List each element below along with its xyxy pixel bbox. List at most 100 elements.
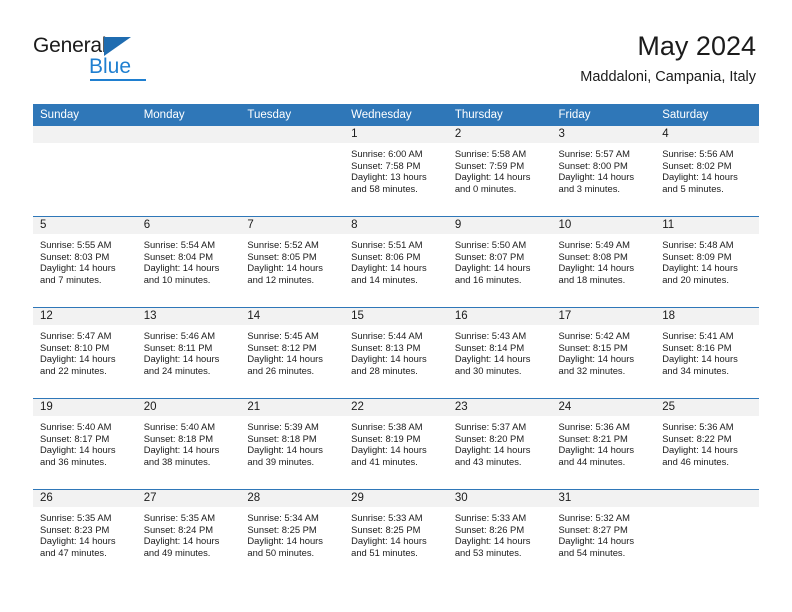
calendar-day-cell[interactable]: 22 Sunrise: 5:38 AM Sunset: 8:19 PM Dayligh…	[344, 398, 448, 490]
sunrise-text: Sunrise: 5:56 AM	[662, 148, 734, 159]
daylight-text-line2: and 10 minutes.	[143, 273, 211, 285]
calendar-day-cell[interactable]: 25 Sunrise: 5:36 AM Sunset: 8:22 PM Dayligh…	[655, 398, 759, 490]
sunrise-text: Sunrise: 5:39 AM	[247, 421, 319, 432]
day-number: 24	[551, 399, 656, 416]
day-number: 26	[33, 490, 137, 507]
daylight-text-line1: Daylight: 14 hours	[454, 353, 531, 365]
day-details: Sunrise: 5:40 AM Sunset: 8:18 PM Daylight:…	[137, 416, 241, 467]
daylight-text-line2: and 14 minutes.	[351, 273, 418, 285]
day-number	[33, 126, 137, 143]
daylight-text-line1: Daylight: 14 hours	[454, 535, 531, 547]
calendar-day-cell[interactable]: 20 Sunrise: 5:40 AM Sunset: 8:18 PM Dayligh…	[136, 398, 241, 490]
calendar-day-cell[interactable]: 7 Sunrise: 5:52 AM Sunset: 8:05 PM Daylight…	[240, 216, 345, 308]
daylight-text-line2: and 39 minutes.	[247, 455, 315, 467]
day-details: Sunrise: 5:39 AM Sunset: 8:18 PM Daylight:…	[240, 416, 344, 467]
day-details: Sunrise: 5:45 AM Sunset: 8:12 PM Daylight:…	[240, 325, 344, 376]
calendar-day-cell[interactable]: 19 Sunrise: 5:40 AM Sunset: 8:17 PM Dayligh…	[33, 398, 137, 490]
calendar-day-cell[interactable]: 5 Sunrise: 5:55 AM Sunset: 8:03 PM Daylight…	[33, 216, 137, 308]
daylight-text-line2: and 46 minutes.	[662, 455, 729, 467]
daylight-text-line2: and 58 minutes.	[351, 182, 418, 194]
sunset-text: Sunset: 8:23 PM	[40, 523, 110, 535]
calendar-day-cell[interactable]: 18 Sunrise: 5:41 AM Sunset: 8:16 PM Dayligh…	[655, 307, 759, 399]
daylight-text-line1: Daylight: 14 hours	[40, 535, 116, 547]
calendar-day-cell[interactable]: 12 Sunrise: 5:47 AM Sunset: 8:10 PM Dayligh…	[33, 307, 137, 399]
sunset-text: Sunset: 8:02 PM	[662, 159, 732, 171]
sunset-text: Sunset: 8:13 PM	[351, 341, 421, 353]
calendar-day-cell[interactable]: 9 Sunrise: 5:50 AM Sunset: 8:07 PM Daylight…	[447, 216, 552, 308]
calendar-day-cell[interactable]: 10 Sunrise: 5:49 AM Sunset: 8:08 PM Dayligh…	[551, 216, 656, 308]
daylight-text-line2: and 38 minutes.	[143, 455, 211, 467]
calendar-day-cell[interactable]: 30 Sunrise: 5:33 AM Sunset: 8:26 PM Dayligh…	[447, 489, 552, 580]
day-details: Sunrise: 5:56 AM Sunset: 8:02 PM Daylight:…	[655, 143, 759, 194]
calendar-day-cell[interactable]: 27 Sunrise: 5:35 AM Sunset: 8:24 PM Dayligh…	[136, 489, 241, 580]
daylight-text-line2: and 54 minutes.	[558, 546, 626, 558]
calendar-day-cell[interactable]: 13 Sunrise: 5:46 AM Sunset: 8:11 PM Dayligh…	[136, 307, 241, 399]
calendar-grid: Sunday Monday Tuesday Wednesday Thursday Frid…	[33, 104, 759, 580]
calendar-day-cell[interactable]: 26 Sunrise: 5:35 AM Sunset: 8:23 PM Dayligh…	[33, 489, 137, 580]
sunrise-text: Sunrise: 5:58 AM	[454, 148, 527, 159]
daylight-text-line2: and 28 minutes.	[351, 364, 418, 376]
day-number: 27	[136, 490, 241, 507]
calendar-day-cell[interactable]: 24 Sunrise: 5:36 AM Sunset: 8:21 PM Dayligh…	[551, 398, 656, 490]
sunrise-text: Sunrise: 6:00 AM	[351, 148, 423, 159]
daylight-text-line2: and 49 minutes.	[143, 546, 211, 558]
calendar-day-cell[interactable]: 21 Sunrise: 5:39 AM Sunset: 8:18 PM Dayligh…	[240, 398, 345, 490]
calendar-day-cell[interactable]: 23 Sunrise: 5:37 AM Sunset: 8:20 PM Dayligh…	[447, 398, 552, 490]
sunrise-text: Sunrise: 5:40 AM	[40, 421, 112, 432]
day-details: Sunrise: 5:43 AM Sunset: 8:14 PM Daylight:…	[448, 325, 552, 376]
sunrise-text: Sunrise: 5:41 AM	[662, 330, 734, 341]
sunset-text: Sunset: 8:25 PM	[351, 523, 421, 535]
day-number: 18	[655, 308, 759, 325]
daylight-text-line2: and 53 minutes.	[454, 546, 522, 558]
sunrise-text: Sunrise: 5:42 AM	[558, 330, 630, 341]
daylight-text-line2: and 22 minutes.	[40, 364, 107, 376]
sunrise-text: Sunrise: 5:46 AM	[143, 330, 216, 341]
day-number	[136, 126, 241, 143]
day-details: Sunrise: 5:48 AM Sunset: 8:09 PM Daylight:…	[655, 234, 759, 285]
daylight-text-line1: Daylight: 14 hours	[143, 444, 220, 456]
calendar-day-cell[interactable]: 28 Sunrise: 5:34 AM Sunset: 8:25 PM Dayligh…	[240, 489, 345, 580]
sunrise-text: Sunrise: 5:47 AM	[40, 330, 112, 341]
calendar-day-cell[interactable]: 31 Sunrise: 5:32 AM Sunset: 8:27 PM Dayligh…	[551, 489, 656, 580]
daylight-text-line1: Daylight: 14 hours	[454, 444, 531, 456]
page-header: General Blue May 2024 Maddaloni, Campani…	[0, 0, 792, 100]
logo-triangle-icon	[104, 37, 131, 56]
sunrise-text: Sunrise: 5:51 AM	[351, 239, 423, 250]
calendar-day-cell[interactable]: 29 Sunrise: 5:33 AM Sunset: 8:25 PM Dayligh…	[344, 489, 448, 580]
calendar-day-cell[interactable]: 6 Sunrise: 5:54 AM Sunset: 8:04 PM Daylight…	[136, 216, 241, 308]
calendar-week-row: 19 Sunrise: 5:40 AM Sunset: 8:17 PM Dayligh…	[33, 398, 759, 490]
calendar-day-cell[interactable]: 15 Sunrise: 5:44 AM Sunset: 8:13 PM Dayligh…	[344, 307, 448, 399]
weekday-header-thursday: Thursday	[447, 104, 552, 126]
day-details: Sunrise: 5:33 AM Sunset: 8:25 PM Daylight:…	[344, 507, 448, 558]
calendar-day-cell[interactable]: 4 Sunrise: 5:56 AM Sunset: 8:02 PM Daylight…	[655, 126, 759, 217]
day-details: Sunrise: 5:35 AM Sunset: 8:24 PM Daylight:…	[137, 507, 241, 558]
daylight-text-line2: and 7 minutes.	[40, 273, 102, 285]
daylight-text-line2: and 36 minutes.	[40, 455, 107, 467]
day-number: 13	[136, 308, 241, 325]
sunset-text: Sunset: 8:15 PM	[558, 341, 628, 353]
calendar-day-cell[interactable]: 16 Sunrise: 5:43 AM Sunset: 8:14 PM Dayligh…	[447, 307, 552, 399]
day-number: 4	[655, 126, 759, 143]
daylight-text-line2: and 20 minutes.	[662, 273, 729, 285]
daylight-text-line2: and 41 minutes.	[351, 455, 418, 467]
page-title: May 2024	[637, 31, 756, 61]
calendar-day-cell[interactable]: 2 Sunrise: 5:58 AM Sunset: 7:59 PM Daylight…	[447, 126, 552, 217]
day-details: Sunrise: 5:49 AM Sunset: 8:08 PM Daylight:…	[552, 234, 656, 285]
calendar-day-cell[interactable]: 1 Sunrise: 6:00 AM Sunset: 7:58 PM Daylight…	[344, 126, 448, 217]
day-details: Sunrise: 5:47 AM Sunset: 8:10 PM Daylight:…	[33, 325, 137, 376]
sunrise-text: Sunrise: 5:35 AM	[40, 512, 112, 523]
day-details: Sunrise: 5:34 AM Sunset: 8:25 PM Daylight:…	[240, 507, 344, 558]
calendar-day-cell[interactable]: 17 Sunrise: 5:42 AM Sunset: 8:15 PM Dayligh…	[551, 307, 656, 399]
calendar-day-cell[interactable]: 14 Sunrise: 5:45 AM Sunset: 8:12 PM Dayligh…	[240, 307, 345, 399]
day-number: 3	[551, 126, 656, 143]
weekday-header-wednesday: Wednesday	[344, 104, 448, 126]
day-number: 30	[447, 490, 552, 507]
weekday-header-friday: Friday	[551, 104, 656, 126]
daylight-text-line1: Daylight: 14 hours	[662, 353, 738, 365]
calendar-day-cell[interactable]: 3 Sunrise: 5:57 AM Sunset: 8:00 PM Daylight…	[551, 126, 656, 217]
calendar-day-cell[interactable]: 11 Sunrise: 5:48 AM Sunset: 8:09 PM Dayligh…	[655, 216, 759, 308]
calendar-day-cell[interactable]: 8 Sunrise: 5:51 AM Sunset: 8:06 PM Daylight…	[344, 216, 448, 308]
day-details: Sunrise: 5:38 AM Sunset: 8:19 PM Daylight:…	[344, 416, 448, 467]
daylight-text-line1: Daylight: 14 hours	[351, 535, 427, 547]
daylight-text-line1: Daylight: 14 hours	[558, 262, 635, 274]
